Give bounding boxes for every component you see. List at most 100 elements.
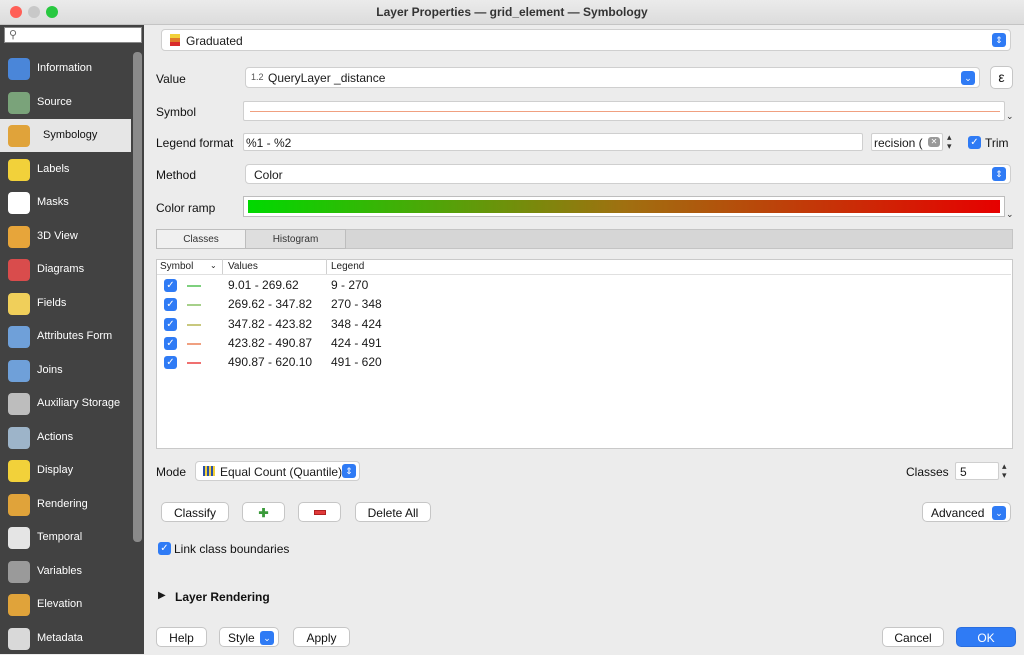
- info-icon: [8, 58, 30, 80]
- sidebar-item-variables[interactable]: Variables: [0, 555, 131, 588]
- trim-checkbox[interactable]: ✓: [968, 136, 981, 149]
- class-legend-cell[interactable]: 348 - 424: [331, 317, 382, 331]
- sidebar-item-temporal[interactable]: Temporal: [0, 521, 131, 554]
- table-row[interactable]: ✓ 269.62 - 347.82 270 - 348: [157, 295, 1011, 314]
- sidebar-item-diagrams[interactable]: Diagrams: [0, 253, 131, 286]
- sidebar-item-symbology[interactable]: Symbology: [0, 119, 131, 152]
- class-values-cell[interactable]: 269.62 - 347.82: [228, 297, 312, 311]
- expression-button[interactable]: ε: [990, 66, 1013, 89]
- layer-rendering-header[interactable]: Layer Rendering: [175, 590, 270, 604]
- abc-mask-icon: [8, 192, 30, 214]
- window-title: Layer Properties — grid_element — Symbol…: [376, 5, 648, 19]
- paintbrush-icon: [8, 125, 30, 147]
- sidebar-item-labels[interactable]: Labels: [0, 153, 131, 186]
- apply-button[interactable]: Apply: [293, 627, 350, 647]
- sidebar-item-label: Elevation: [37, 598, 83, 610]
- class-values-cell[interactable]: 490.87 - 620.10: [228, 355, 312, 369]
- sidebar-item-attributes-form[interactable]: Attributes Form: [0, 320, 131, 353]
- tab-histogram[interactable]: Histogram: [245, 229, 346, 249]
- classify-button[interactable]: Classify: [161, 502, 229, 522]
- ok-button[interactable]: OK: [956, 627, 1016, 647]
- mode-label: Mode: [156, 465, 187, 479]
- class-symbol-line[interactable]: [187, 342, 201, 345]
- class-values-cell[interactable]: 423.82 - 490.87: [228, 336, 312, 350]
- class-values-cell[interactable]: 347.82 - 423.82: [228, 317, 312, 331]
- sidebar-item-actions[interactable]: Actions: [0, 421, 131, 454]
- table-row[interactable]: ✓ 423.82 - 490.87 424 - 491: [157, 334, 1011, 353]
- sidebar-item-auxiliary-storage[interactable]: Auxiliary Storage: [0, 387, 131, 420]
- precision-spinbox[interactable]: recision ( ✕: [871, 133, 943, 151]
- class-symbol-line[interactable]: [187, 323, 201, 326]
- delete-all-button[interactable]: Delete All: [355, 502, 431, 522]
- header-values[interactable]: Values: [228, 261, 258, 272]
- sidebar-item-label: Masks: [37, 196, 69, 208]
- method-select[interactable]: Color ⇕: [245, 164, 1011, 184]
- spin-arrows-icon[interactable]: ▴ ▾: [947, 133, 952, 151]
- sidebar-item-information[interactable]: Information: [0, 52, 131, 85]
- class-visible-checkbox[interactable]: ✓: [164, 336, 177, 350]
- plus-icon: ✚: [258, 506, 269, 520]
- table-row[interactable]: ✓ 9.01 - 269.62 9 - 270: [157, 276, 1011, 295]
- abc-label-icon: [8, 158, 30, 181]
- table-row[interactable]: ✓ 347.82 - 423.82 348 - 424: [157, 315, 1011, 334]
- sidebar-item-metadata[interactable]: Metadata: [0, 622, 131, 655]
- precision-label: recision (: [874, 136, 923, 150]
- class-symbol-line[interactable]: [187, 362, 201, 365]
- minimize-window-button[interactable]: [28, 6, 40, 18]
- class-legend-cell[interactable]: 9 - 270: [331, 278, 368, 292]
- epsilon-icon: ε: [998, 69, 1005, 85]
- sidebar-item-3d-view[interactable]: 3D View: [0, 220, 131, 253]
- sidebar-item-label: Variables: [37, 564, 83, 577]
- sidebar-item-display[interactable]: Display: [0, 454, 131, 487]
- class-legend-cell[interactable]: 424 - 491: [331, 336, 382, 350]
- class-values-cell[interactable]: 9.01 - 269.62: [228, 278, 299, 292]
- sidebar-item-rendering[interactable]: Rendering: [0, 488, 131, 521]
- clear-icon[interactable]: ✕: [928, 137, 940, 147]
- color-ramp-menu-chevron-icon[interactable]: ⌄: [1006, 209, 1014, 220]
- sidebar-item-label: Temporal: [37, 531, 83, 543]
- mode-select[interactable]: Equal Count (Quantile) ⇕: [195, 461, 360, 481]
- symbol-menu-chevron-icon[interactable]: ⌄: [1006, 111, 1014, 122]
- sidebar-item-fields[interactable]: Fields: [0, 287, 131, 320]
- sidebar-scrollbar[interactable]: [133, 52, 142, 542]
- value-label: Value: [156, 72, 186, 86]
- classes-spinbox[interactable]: 5: [955, 462, 999, 480]
- style-menu-button[interactable]: Style ⌄: [219, 627, 279, 647]
- class-visible-checkbox[interactable]: ✓: [164, 317, 177, 331]
- renderer-type-select[interactable]: Graduated ⇕: [161, 29, 1011, 51]
- class-visible-checkbox[interactable]: ✓: [164, 298, 177, 312]
- class-symbol-line[interactable]: [187, 304, 201, 307]
- table-row[interactable]: ✓ 490.87 - 620.10 491 - 620: [157, 353, 1011, 372]
- sidebar-item-source[interactable]: Source: [0, 86, 131, 119]
- sidebar-item-masks[interactable]: Masks: [0, 186, 131, 219]
- elevation-icon: [8, 594, 30, 616]
- help-button[interactable]: Help: [156, 627, 207, 647]
- sidebar-item-label: Symbology: [43, 129, 98, 141]
- tab-classes[interactable]: Classes: [156, 229, 246, 249]
- cancel-button[interactable]: Cancel: [882, 627, 944, 647]
- advanced-menu-button[interactable]: Advanced ⌄: [922, 502, 1011, 522]
- sidebar-item-joins[interactable]: Joins: [0, 354, 131, 387]
- sidebar-item-label: Rendering: [37, 497, 88, 510]
- sidebar-item-elevation[interactable]: Elevation: [0, 588, 131, 621]
- color-ramp-button[interactable]: [243, 196, 1005, 217]
- remove-class-button[interactable]: [298, 502, 341, 522]
- symbol-button[interactable]: [243, 101, 1005, 121]
- class-legend-cell[interactable]: 270 - 348: [331, 297, 382, 311]
- close-window-button[interactable]: [10, 6, 22, 18]
- classes-spin-arrows-icon[interactable]: ▴ ▾: [1002, 462, 1007, 480]
- link-boundaries-checkbox[interactable]: ✓: [158, 542, 171, 555]
- value-field-select[interactable]: 1.2 QueryLayer _distance ⌄: [245, 67, 980, 88]
- expand-triangle-icon[interactable]: ▶: [158, 590, 166, 601]
- classes-value: 5: [960, 465, 967, 479]
- add-class-button[interactable]: ✚: [242, 502, 285, 522]
- class-legend-cell[interactable]: 491 - 620: [331, 355, 382, 369]
- header-symbol[interactable]: Symbol: [160, 261, 193, 272]
- legend-format-input[interactable]: %1 - %2: [243, 133, 863, 151]
- header-legend[interactable]: Legend: [331, 261, 364, 272]
- zoom-window-button[interactable]: [46, 6, 58, 18]
- class-visible-checkbox[interactable]: ✓: [164, 279, 177, 292]
- class-symbol-line[interactable]: [187, 285, 201, 287]
- class-visible-checkbox[interactable]: ✓: [164, 356, 177, 370]
- sidebar-search-input[interactable]: [4, 27, 142, 43]
